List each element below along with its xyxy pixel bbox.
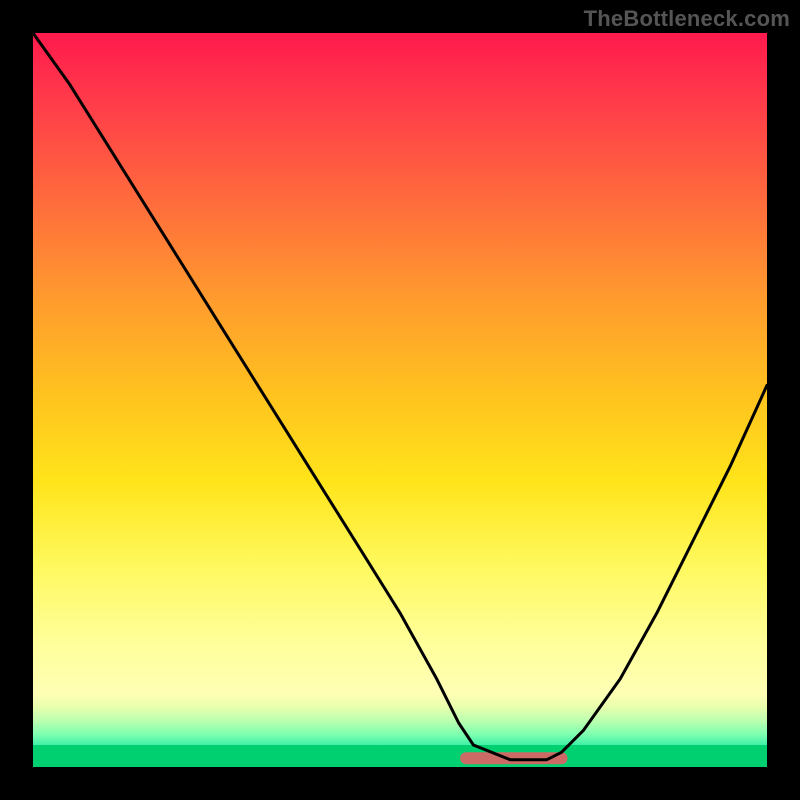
stage: TheBottleneck.com bbox=[0, 0, 800, 800]
chart-svg bbox=[33, 33, 767, 767]
chart-area bbox=[33, 33, 767, 767]
watermark-text: TheBottleneck.com bbox=[584, 6, 790, 32]
bottleneck-curve bbox=[33, 33, 767, 760]
